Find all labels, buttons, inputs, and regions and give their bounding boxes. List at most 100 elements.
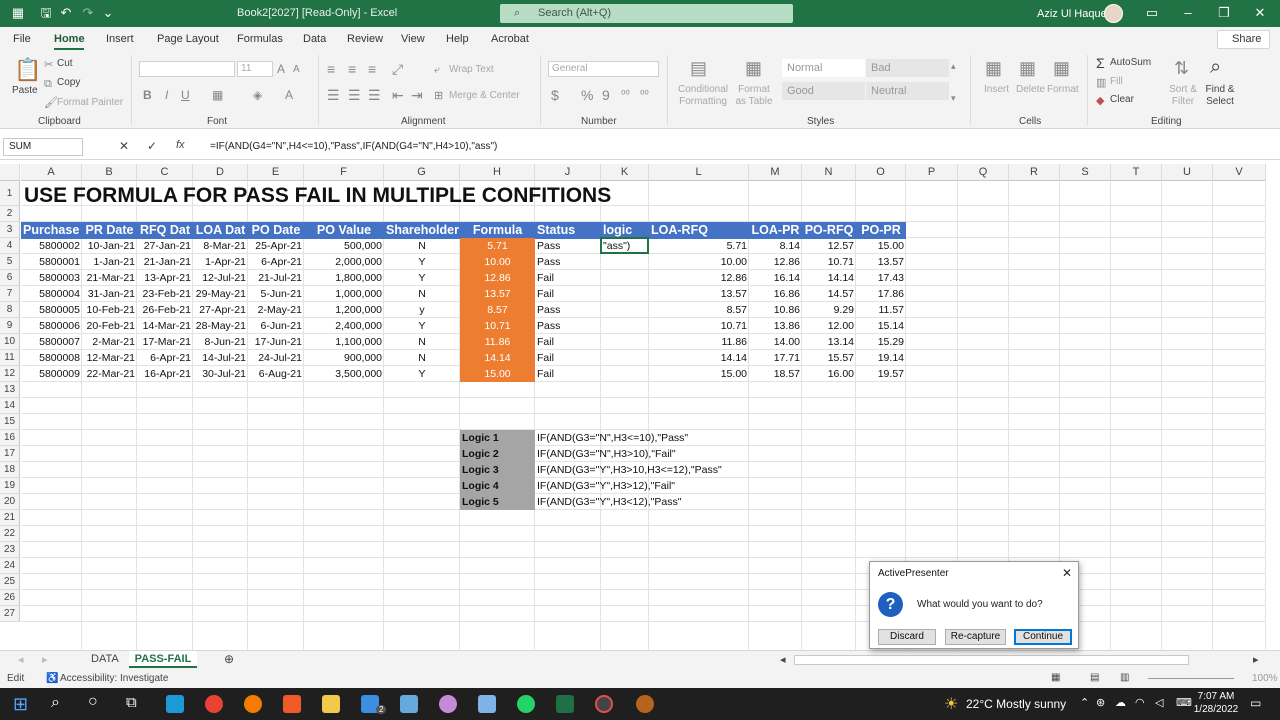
table-cell[interactable]: 27-Apr-21 [193,302,248,318]
table-cell[interactable]: 5800004 [21,286,82,302]
table-cell[interactable]: 14.00 [749,334,802,350]
user-name[interactable]: Aziz Ul Haque [1037,8,1107,20]
bold-button[interactable]: B [143,88,152,102]
table-cell[interactable]: 16.86 [749,286,802,302]
table-cell[interactable] [601,334,649,350]
row-header[interactable]: 8 [0,302,20,318]
orientation-icon[interactable]: ⤢ [392,62,403,76]
table-cell[interactable]: 15.00 [460,366,535,382]
next-sheet-icon[interactable]: ▸ [42,653,48,666]
format-as-table-icon[interactable]: ▦ [745,59,762,77]
logic-label-cell[interactable]: Logic 4 [460,478,535,494]
cut-icon[interactable]: ✂ [44,58,53,72]
row-header[interactable]: 3 [0,222,20,238]
table-cell[interactable]: 28-May-21 [193,318,248,334]
brave-icon[interactable] [283,695,301,713]
language-icon[interactable]: ⌨ [1176,696,1192,709]
decrease-decimal-icon[interactable]: ⁰⁰ [640,88,649,102]
table-header-cell[interactable]: LOA-PR [749,222,802,239]
row-header[interactable]: 5 [0,254,20,270]
table-cell[interactable]: 21-Jan-21 [137,254,193,270]
zoom-slider[interactable] [1148,678,1234,679]
row-header[interactable]: 6 [0,270,20,286]
table-cell[interactable] [601,270,649,286]
table-cell[interactable]: Y [384,270,460,286]
table-cell[interactable]: 13.57 [460,286,535,302]
table-cell[interactable]: 5.71 [460,238,535,254]
table-header-cell[interactable]: Formula [460,222,535,239]
increase-indent-icon[interactable]: ⇥ [411,88,423,102]
accessibility-status[interactable]: Accessibility: Investigate [60,673,168,684]
task-view-icon[interactable]: ⧉ [126,694,137,711]
table-cell[interactable] [601,286,649,302]
wrap-text-icon[interactable]: ⤶ [434,63,440,77]
sort-filter-button[interactable]: Sort & Filter [1168,84,1198,108]
search-icon[interactable]: ⌕ [51,694,60,712]
windows-start-icon[interactable]: ⊞ [13,694,28,715]
table-cell[interactable]: 5800009 [21,366,82,382]
table-cell[interactable]: 5.71 [649,238,749,254]
table-cell[interactable]: Fail [535,366,601,382]
table-cell[interactable]: Y [384,318,460,334]
table-cell[interactable]: 5800001 [21,254,82,270]
table-cell[interactable]: 14.14 [649,350,749,366]
align-middle-icon[interactable]: ≡ [348,62,356,76]
sheet-title[interactable]: USE FORMULA FOR PASS FAIL IN MULTIPLE CO… [24,184,611,208]
fill-button[interactable]: Fill [1110,76,1123,87]
new-sheet-icon[interactable]: ⊕ [224,652,234,666]
font-name-combo[interactable] [139,61,235,77]
column-header[interactable]: A [21,164,82,181]
table-header-cell[interactable]: PO Date [248,222,304,239]
table-cell[interactable]: Fail [535,270,601,286]
grow-font-icon[interactable]: A [277,62,285,76]
table-cell[interactable]: 6-Apr-21 [248,254,304,270]
table-cell[interactable]: 15.00 [856,238,906,254]
table-cell[interactable]: 3,500,000 [304,366,384,382]
table-cell[interactable]: 10.00 [460,254,535,270]
wrap-text-button[interactable]: Wrap Text [449,64,494,75]
tab-acrobat[interactable]: Acrobat [491,33,529,45]
table-cell[interactable]: 5800002 [21,238,82,254]
table-cell[interactable]: 1,100,000 [304,334,384,350]
styles-scroll-icon[interactable]: ▴ [951,59,956,73]
table-cell[interactable]: Pass [535,302,601,318]
delete-cells-button[interactable]: Delete [1016,84,1045,95]
table-cell[interactable]: Fail [535,350,601,366]
page-layout-view-icon[interactable]: ▤ [1090,672,1099,683]
table-cell[interactable]: 1,200,000 [304,302,384,318]
tab-help[interactable]: Help [446,33,469,45]
table-cell[interactable]: 15.14 [856,318,906,334]
whatsapp-icon[interactable] [517,695,535,713]
row-header[interactable]: 20 [0,494,20,510]
table-cell[interactable]: 15.00 [649,366,749,382]
table-cell[interactable]: 15.29 [856,334,906,350]
table-cell[interactable]: 26-Feb-21 [137,302,193,318]
name-box[interactable]: SUM [3,138,83,156]
file-explorer-icon[interactable] [322,695,340,713]
table-cell[interactable]: N [384,286,460,302]
wifi-icon[interactable]: ◠ [1135,696,1145,709]
table-cell[interactable]: 5800006 [21,318,82,334]
prev-sheet-icon[interactable]: ◂ [18,653,24,666]
tab-data[interactable]: Data [303,33,326,45]
column-header[interactable]: C [137,164,193,181]
discard-button[interactable]: Discard [878,629,936,645]
column-header[interactable]: L [649,164,749,181]
style-normal[interactable]: Normal [782,59,865,77]
row-header[interactable]: 9 [0,318,20,334]
table-cell[interactable]: 12-Mar-21 [82,350,137,366]
sheet-tab-pass-fail[interactable]: PASS-FAIL [129,651,197,668]
logic-text-cell[interactable]: IF(AND(G3="N",H3<=10),"Pass" [535,430,795,446]
logic-text-cell[interactable]: IF(AND(G3="Y",H3<12),"Pass" [535,494,795,510]
table-cell[interactable]: 14-Mar-21 [137,318,193,334]
shrink-font-icon[interactable]: A [293,63,300,77]
table-cell[interactable]: 22-Mar-21 [82,366,137,382]
table-cell[interactable]: 8-Jun-21 [193,334,248,350]
logic-text-cell[interactable]: IF(AND(G3="N",H3>10),"Fail" [535,446,795,462]
percent-button[interactable]: % [581,88,593,102]
formula-input[interactable]: =IF(AND(G4="N",H4<=10),"Pass",IF(AND(G4=… [210,141,497,152]
normal-view-icon[interactable]: ▦ [1051,672,1060,683]
row-header[interactable]: 1 [0,181,20,206]
table-cell[interactable]: 10.71 [649,318,749,334]
underline-button[interactable]: U [181,88,190,102]
